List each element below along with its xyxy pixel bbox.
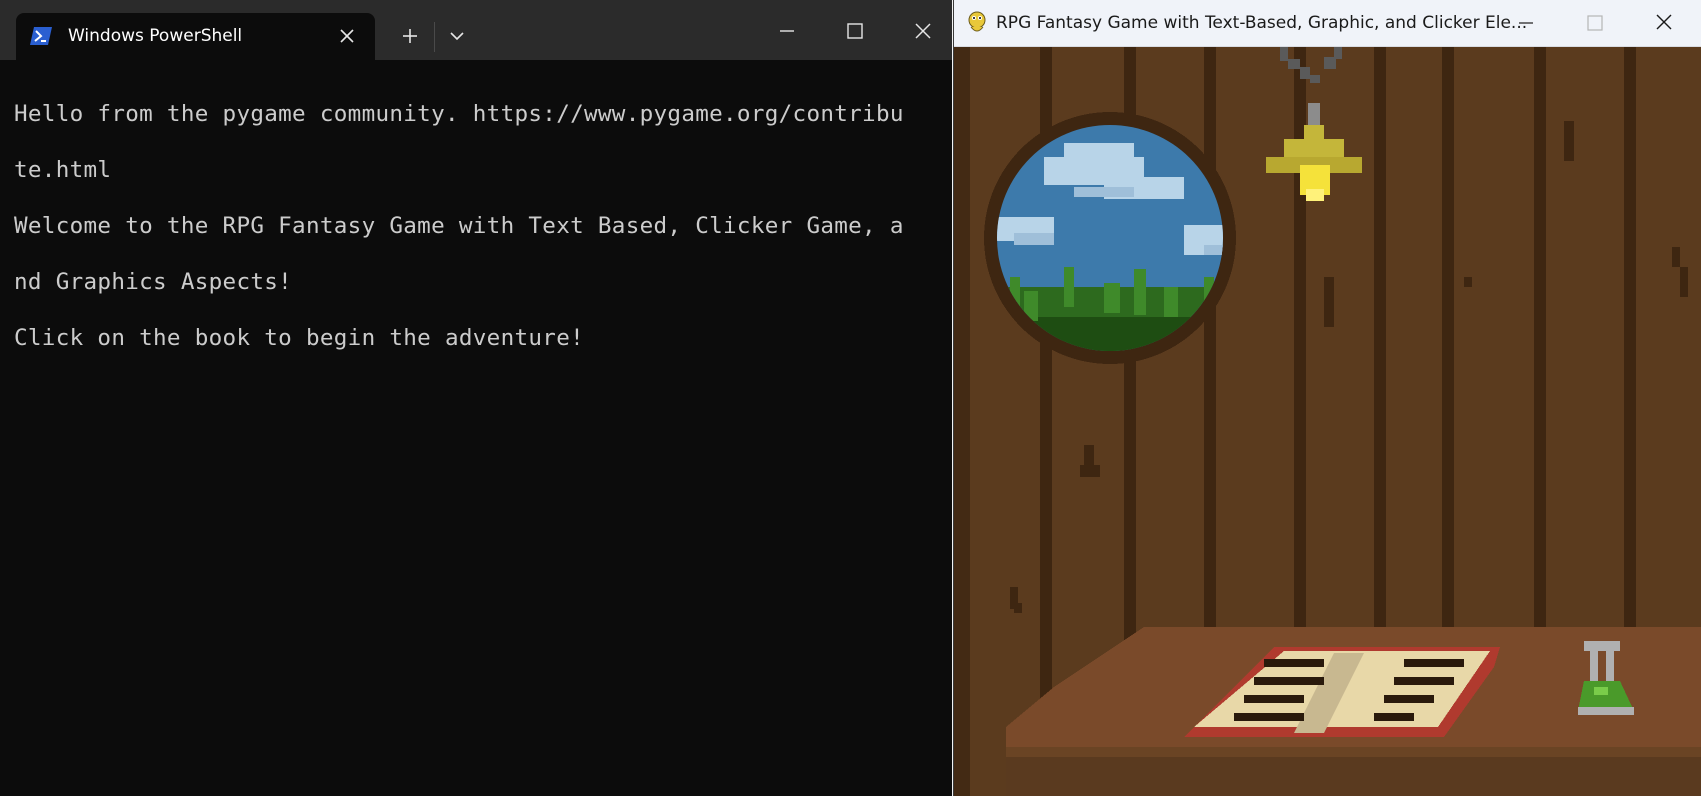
output-line: nd Graphics Aspects! (14, 269, 293, 295)
terminal-titlebar[interactable]: Windows PowerShell (0, 0, 952, 60)
minimize-button[interactable] (1505, 9, 1545, 37)
powershell-window[interactable]: Windows PowerShell Hello from the pygame… (0, 0, 952, 796)
terminal-output[interactable]: Hello from the pygame community. https:/… (14, 72, 914, 408)
maximize-button[interactable] (1574, 9, 1614, 37)
powershell-icon (30, 27, 52, 45)
minimize-button[interactable] (764, 16, 808, 46)
close-window-button[interactable] (900, 16, 944, 46)
output-line: Welcome to the RPG Fantasy Game with Tex… (14, 213, 904, 239)
new-tab-button[interactable] (393, 22, 427, 50)
output-line: Click on the book to begin the adventure… (14, 325, 585, 351)
output-line: Hello from the pygame community. https:/… (14, 101, 904, 127)
output-line: te.html (14, 157, 112, 183)
pygame-snake-icon (966, 11, 988, 35)
game-window-title: RPG Fantasy Game with Text-Based, Graphi… (996, 13, 1528, 33)
tab-title: Windows PowerShell (68, 26, 243, 46)
maximize-button[interactable] (832, 16, 876, 46)
chevron-down-icon[interactable] (440, 22, 474, 50)
toolbar-divider (434, 22, 435, 52)
game-titlebar[interactable]: RPG Fantasy Game with Text-Based, Graphi… (954, 0, 1701, 47)
game-scene[interactable] (954, 47, 1701, 796)
pygame-window[interactable]: RPG Fantasy Game with Text-Based, Graphi… (953, 0, 1701, 796)
tab-windows-powershell[interactable]: Windows PowerShell (16, 13, 375, 60)
close-window-button[interactable] (1644, 9, 1684, 37)
close-tab-icon[interactable] (334, 23, 360, 49)
